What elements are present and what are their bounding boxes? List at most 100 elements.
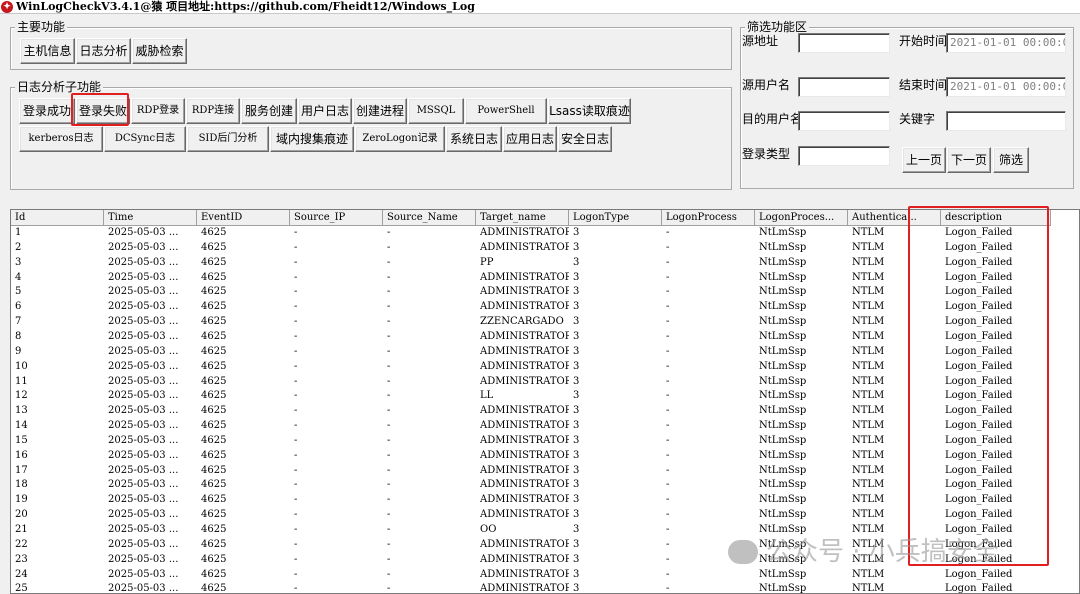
table-row[interactable]: 3 2025-05-03 ... 4625 - - PP 3 - NtLmSsp NTLM Logo… [11,256,1079,271]
table-row[interactable]: 1 2025-05-03 ... 4625 - - ADMINISTRATOR 3 - NtLm… [11,226,1079,241]
column-header-auth-package[interactable]: Authentica... [848,210,941,226]
cell-target-name: ADMINISTRATOR [480,301,569,313]
column-header-event-id[interactable]: EventID [197,210,290,226]
cell-time: 2025-05-03 ... [108,420,179,432]
cell-logon-process-name: NtLmSsp [759,301,807,313]
cell-logon-process-name: NtLmSsp [759,420,807,432]
table-row[interactable]: 4 2025-05-03 ... 4625 - - ADMINISTRATOR 3 - NtLm… [11,271,1079,286]
table-row[interactable]: 14 2025-05-03 ... 4625 - - ADMINISTRATOR 3 - NtL… [11,419,1079,434]
cell-time: 2025-05-03 ... [108,345,179,357]
cell-event-id: 4625 [201,316,227,328]
keyword-input[interactable] [946,111,1066,131]
threat-search-button[interactable]: 威胁检索 [132,38,187,64]
target-user-input[interactable] [798,111,890,131]
rdp-logon-button[interactable]: RDP登录 [131,98,185,124]
cell-id: 17 [15,464,28,476]
security-log-button[interactable]: 安全日志 [558,126,612,152]
column-header-time[interactable]: Time [104,210,197,226]
cell-auth-package: NTLM [852,227,885,238]
table-row[interactable]: 2 2025-05-03 ... 4625 - - ADMINISTRATOR 3 - NtLm… [11,241,1079,256]
lsass-read-trace-button[interactable]: Lsass读取痕迹 [548,98,631,124]
column-header-target-name[interactable]: Target_name [476,210,569,226]
log-analysis-button[interactable]: 日志分析 [76,38,131,64]
table-row[interactable]: 24 2025-05-03 ... 4625 - - ADMINISTRATOR 3 - NtL… [11,568,1079,583]
cell-auth-package: NTLM [852,301,885,313]
cell-description: Logon_Failed [945,405,1013,417]
table-row[interactable]: 10 2025-05-03 ... 4625 - - ADMINISTRATOR 3 - NtL… [11,360,1079,375]
table-row[interactable]: 5 2025-05-03 ... 4625 - - ADMINISTRATOR 3 - NtLm… [11,285,1079,300]
column-header-description[interactable]: description [941,210,1051,226]
table-row[interactable]: 19 2025-05-03 ... 4625 - - ADMINISTRATOR 3 - NtL… [11,493,1079,508]
rdp-connect-button[interactable]: RDP连接 [186,98,240,124]
zerologon-record-button[interactable]: ZeroLogon记录 [355,126,445,152]
cell-auth-package: NTLM [852,360,885,372]
start-time-input[interactable]: 2021-01-01 00:00:00 [946,33,1066,53]
logon-type-input[interactable] [798,146,890,166]
table-row[interactable]: 16 2025-05-03 ... 4625 - - ADMINISTRATOR 3 - NtL… [11,449,1079,464]
table-row[interactable]: 6 2025-05-03 ... 4625 - - ADMINISTRATOR 3 - NtLm… [11,300,1079,315]
domain-recon-trace-button[interactable]: 域内搜集痕迹 [270,126,354,152]
table-row[interactable]: 7 2025-05-03 ... 4625 - - ZZENCARGADO 3 - NtLmSs… [11,315,1079,330]
table-row[interactable]: 23 2025-05-03 ... 4625 - - ADMINISTRATOR 3 - NtL… [11,553,1079,568]
table-row[interactable]: 22 2025-05-03 ... 4625 - - ADMINISTRATOR 3 - NtL… [11,538,1079,553]
system-log-button[interactable]: 系统日志 [446,126,502,152]
cell-logon-type: 3 [573,583,580,594]
table-row[interactable]: 20 2025-05-03 ... 4625 - - ADMINISTRATOR 3 - NtL… [11,508,1079,523]
cell-logon-type: 3 [573,434,580,446]
next-page-button[interactable]: 下一页 [947,147,991,173]
table-row[interactable]: 11 2025-05-03 ... 4625 - - ADMINISTRATOR 3 - NtL… [11,375,1079,390]
prev-page-button[interactable]: 上一页 [902,147,946,173]
table-row[interactable]: 15 2025-05-03 ... 4625 - - ADMINISTRATOR 3 - NtL… [11,434,1079,449]
create-process-button[interactable]: 创建进程 [353,98,407,124]
table-row[interactable]: 12 2025-05-03 ... 4625 - - LL 3 - NtLmSsp NTLM Log… [11,389,1079,404]
column-header-source-name[interactable]: Source_Name [383,210,476,226]
table-row[interactable]: 25 2025-05-03 ... 4625 - - ADMINISTRATOR 3 - NtL… [11,582,1079,594]
source-addr-input[interactable] [798,33,890,53]
source-user-input[interactable] [798,77,890,97]
kerberos-log-button[interactable]: kerberos日志 [19,126,103,152]
powershell-button[interactable]: PowerShell [465,98,547,124]
user-log-button[interactable]: 用户日志 [298,98,352,124]
application-log-button[interactable]: 应用日志 [503,126,557,152]
mssql-button[interactable]: MSSQL [408,98,464,124]
cell-logon-process: - [666,271,670,283]
service-create-button[interactable]: 服务创建 [241,98,297,124]
end-time-input[interactable]: 2021-01-01 00:00:00 [946,77,1066,97]
cell-time: 2025-05-03 ... [108,524,179,535]
sid-backdoor-button[interactable]: SID后门分析 [187,126,269,152]
filter-button[interactable]: 筛选 [993,147,1029,173]
cell-time: 2025-05-03 ... [108,479,179,491]
column-header-logon-process-name[interactable]: LogonProces... [755,210,848,226]
table-row[interactable]: 17 2025-05-03 ... 4625 - - ADMINISTRATOR 3 - NtL… [11,464,1079,479]
cell-event-id: 4625 [201,301,227,313]
dcsync-log-button[interactable]: DCSync日志 [104,126,186,152]
column-header-logon-type[interactable]: LogonType [569,210,662,226]
table-row[interactable]: 18 2025-05-03 ... 4625 - - ADMINISTRATOR 3 - NtL… [11,478,1079,493]
table-row[interactable]: 9 2025-05-03 ... 4625 - - ADMINISTRATOR 3 - NtLm… [11,345,1079,360]
cell-source-name: - [387,568,391,580]
cell-description: Logon_Failed [945,227,1013,238]
cell-logon-type: 3 [573,301,580,313]
logon-failed-button[interactable]: 登录失败 [76,98,130,124]
cell-source-name: - [387,553,391,565]
cell-logon-type: 3 [573,479,580,491]
cell-time: 2025-05-03 ... [108,553,179,565]
cell-logon-process-name: NtLmSsp [759,375,807,387]
cell-event-id: 4625 [201,464,227,476]
host-info-button[interactable]: 主机信息 [20,38,75,64]
column-header-logon-process[interactable]: LogonProcess [662,210,755,226]
table-row[interactable]: 8 2025-05-03 ... 4625 - - ADMINISTRATOR 3 - NtLm… [11,330,1079,345]
cell-auth-package: NTLM [852,375,885,387]
table-row[interactable]: 13 2025-05-03 ... 4625 - - ADMINISTRATOR 3 - NtL… [11,404,1079,419]
cell-logon-type: 3 [573,420,580,432]
logon-success-button[interactable]: 登录成功 [19,98,75,124]
cell-logon-type: 3 [573,524,580,535]
column-header-id[interactable]: Id [11,210,104,226]
cell-time: 2025-05-03 ... [108,390,179,402]
log-table[interactable]: Id Time EventID Source_IP Source_Name Target_… [10,209,1080,594]
cell-logon-type: 3 [573,360,580,372]
column-header-source-ip[interactable]: Source_IP [290,210,383,226]
table-row[interactable]: 21 2025-05-03 ... 4625 - - OO 3 - NtLmSsp NTLM Log… [11,523,1079,538]
cell-target-name: ADMINISTRATOR [480,360,569,372]
cell-description: Logon_Failed [945,449,1013,461]
